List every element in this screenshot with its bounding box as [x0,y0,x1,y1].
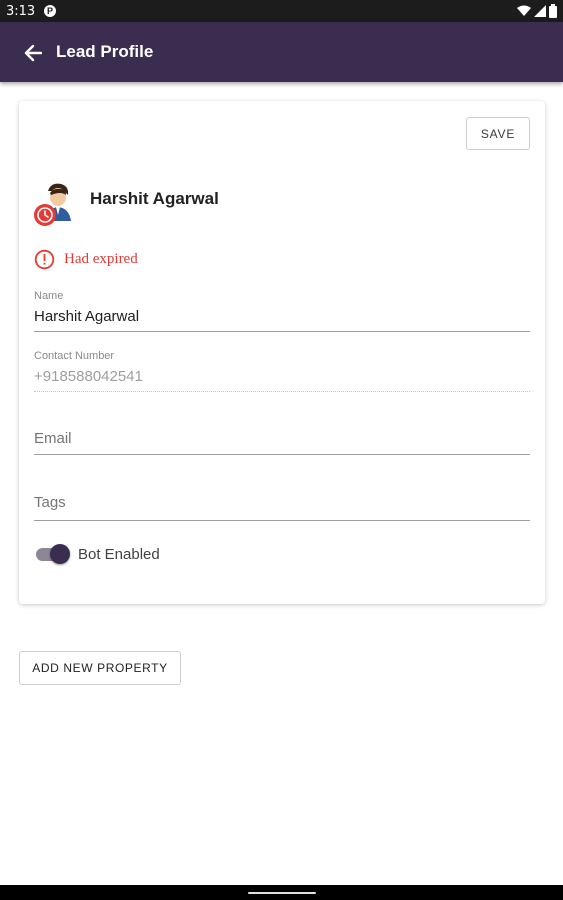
expired-status-text: Had expired [64,251,138,267]
name-field[interactable]: Name Harshit Agarwal [34,290,530,332]
app-bar: Lead Profile [0,22,563,82]
email-field-underline [34,454,530,455]
status-bar: 3:13 P [0,0,563,22]
contact-number-value: +918588042541 [34,368,143,385]
system-nav-bar [0,885,563,900]
bot-enabled-toggle[interactable] [34,544,70,564]
contact-number-field: Contact Number +918588042541 [34,350,530,392]
email-field-placeholder[interactable]: Email [34,430,530,447]
avatar [34,183,71,226]
page-title: Lead Profile [56,42,154,61]
home-gesture-handle[interactable] [248,892,316,894]
add-new-property-button[interactable]: ADD NEW PROPERTY [19,651,181,685]
contact-number-underline [34,391,530,392]
email-field[interactable]: Email [34,430,530,455]
notification-app-icon: P [44,5,56,17]
lead-profile-card: SAVE Harshit Agarwal Had expired Name Ha… [19,101,545,604]
battery-icon [549,4,557,18]
tags-field-underline [34,520,530,521]
bot-enabled-label: Bot Enabled [78,545,160,563]
lead-name: Harshit Agarwal [90,189,219,208]
error-outline-icon [34,249,55,270]
tags-field[interactable]: Tags [34,494,530,521]
arrow-back-icon [24,44,42,62]
name-field-underline [34,331,530,332]
signal-icon [534,5,546,17]
name-field-value[interactable]: Harshit Agarwal [34,308,530,325]
status-time: 3:13 [6,4,36,19]
save-button[interactable]: SAVE [466,117,530,150]
tags-field-placeholder[interactable]: Tags [34,494,530,511]
wifi-icon [517,5,531,16]
toggle-thumb [50,544,70,564]
bot-enabled-row: Bot Enabled [34,544,160,564]
name-field-label: Name [34,290,64,302]
contact-number-label: Contact Number [34,350,115,362]
expired-status: Had expired [34,249,138,270]
status-icons [517,3,557,19]
back-button[interactable] [18,38,48,68]
